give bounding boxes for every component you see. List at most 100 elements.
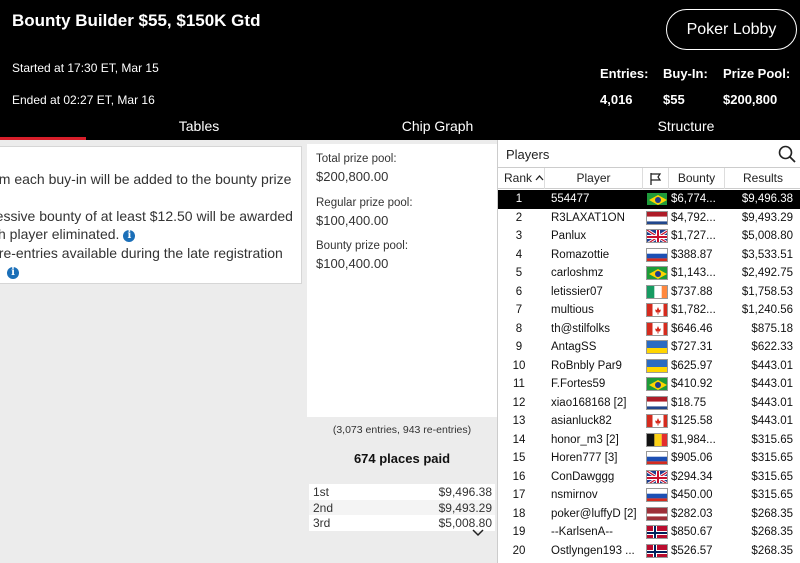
tournament-title: Bounty Builder $55, $150K Gtd xyxy=(12,11,261,30)
tab-tables[interactable]: Tables xyxy=(140,116,258,140)
netherlands-flag-icon xyxy=(646,395,668,410)
player-name: 554477 xyxy=(551,193,590,205)
player-result: $5,008.80 xyxy=(741,230,793,242)
player-row[interactable]: 15 Horen777 [3] $905.06 $315.65 xyxy=(498,449,800,468)
player-bounty: $850.67 xyxy=(671,526,713,538)
player-name: --KarlsenA-- xyxy=(551,526,613,538)
player-result: $875.18 xyxy=(751,322,793,335)
payout-row: 1st $9,496.38 xyxy=(309,484,495,500)
player-rank: 13 xyxy=(512,415,526,427)
player-rank: 8 xyxy=(515,322,523,335)
player-result: $268.35 xyxy=(751,507,793,520)
info-icon[interactable]: i xyxy=(7,267,19,279)
player-name: ConDawggg xyxy=(551,470,615,483)
buy-in-label: Buy-In: xyxy=(663,66,708,81)
player-row[interactable]: 14 honor_m3 [2] $1,984... $315.65 xyxy=(498,431,800,450)
player-row[interactable]: 7 multious $1,782... $1,240.56 xyxy=(498,301,800,320)
bounty-column-header[interactable]: Bounty xyxy=(669,168,725,189)
places-paid: 674 places paid xyxy=(353,451,451,466)
player-bounty: $388.87 xyxy=(671,248,713,261)
player-bounty: $282.03 xyxy=(671,507,713,520)
player-row[interactable]: 3 Panlux $1,727... $5,008.80 xyxy=(498,227,800,246)
buy-in-stat: Buy-In: $55 xyxy=(663,66,708,107)
end-time: Ended at 02:27 ET, Mar 16 xyxy=(12,93,155,107)
ukraine-flag-icon xyxy=(646,340,668,354)
player-result: $315.65 xyxy=(751,489,793,501)
player-rank: 7 xyxy=(515,304,523,316)
uk-flag-icon xyxy=(646,229,668,243)
player-result: $2,492.75 xyxy=(741,267,793,279)
player-row[interactable]: 18 poker@luffyD [2] $282.03 $268.35 xyxy=(498,505,800,524)
player-name: xiao168168 [2] xyxy=(551,396,627,409)
player-row[interactable]: 4 Romazottie $388.87 $3,533.51 xyxy=(498,246,800,265)
player-result: $443.01 xyxy=(751,359,793,372)
norway-flag-icon xyxy=(646,543,668,558)
player-row[interactable]: 16 ConDawggg $294.34 $315.65 xyxy=(498,468,800,487)
results-column-header[interactable]: Results xyxy=(725,168,800,189)
player-row[interactable]: 5 carloshmz $1,143... $2,492.75 xyxy=(498,264,800,283)
canada-flag-icon xyxy=(646,414,668,428)
expand-payouts-chevron-icon[interactable] xyxy=(471,529,485,539)
player-row[interactable]: 8 th@stilfolks $646.46 $875.18 xyxy=(498,320,800,339)
player-result: $315.65 xyxy=(751,470,793,483)
player-row[interactable]: 20 Ostlyngen193 ... $526.57 $268.35 xyxy=(498,542,800,561)
info-line-5: i xyxy=(7,263,19,279)
player-row[interactable]: 11 F.Fortes59 $410.92 $443.01 xyxy=(498,375,800,394)
regular-prize-pool-value: $100,400.00 xyxy=(316,213,389,228)
player-result: $443.01 xyxy=(751,415,793,427)
info-icon[interactable]: i xyxy=(123,230,136,242)
player-row[interactable]: 17 nsmirnov $450.00 $315.65 xyxy=(498,486,800,505)
search-icon[interactable] xyxy=(778,145,796,163)
rank-column-header[interactable]: Rank xyxy=(498,168,545,189)
payout-amount: $9,496.38 xyxy=(438,485,492,499)
canada-flag-icon xyxy=(646,303,668,317)
player-bounty: $18.75 xyxy=(671,396,707,409)
player-result: $315.65 xyxy=(751,452,793,464)
poker-lobby-button[interactable]: Poker Lobby xyxy=(666,9,797,50)
player-row[interactable]: 1 554477 $6,774... $9,496.38 xyxy=(498,190,800,209)
payout-list[interactable]: 1st $9,496.38 2nd $9,493.29 3rd $5,008.8… xyxy=(309,484,495,531)
player-row[interactable]: 19 --KarlsenA-- $850.67 $268.35 xyxy=(498,523,800,542)
belgium-flag-icon xyxy=(646,432,668,447)
player-name: nsmirnov xyxy=(551,489,598,501)
country-column-header[interactable] xyxy=(643,168,669,189)
player-name: Ostlyngen193 ... xyxy=(551,544,635,557)
tab-chip-graph[interactable]: Chip Graph xyxy=(380,116,495,140)
regular-prize-pool-label: Regular prize pool: xyxy=(316,197,413,209)
entries-label: Entries: xyxy=(600,66,649,81)
player-row[interactable]: 13 asianluck82 $125.58 $443.01 xyxy=(498,412,800,431)
info-line-4: t re-entries available during the late r… xyxy=(0,245,283,261)
info-line-1: om each buy-in will be added to the boun… xyxy=(0,171,292,187)
player-row[interactable]: 12 xiao168168 [2] $18.75 $443.01 xyxy=(498,394,800,413)
player-row[interactable]: 6 letissier07 $737.88 $1,758.53 xyxy=(498,283,800,302)
player-rank: 16 xyxy=(512,470,526,483)
player-rank: 10 xyxy=(512,359,526,372)
player-bounty: $125.58 xyxy=(671,415,713,427)
payout-row: 3rd $5,008.80 xyxy=(309,515,495,531)
player-rank: 19 xyxy=(512,526,526,538)
player-result: $9,496.38 xyxy=(741,193,793,205)
tab-structure[interactable]: Structure xyxy=(628,116,744,140)
prize-pool-panel: Total prize pool: $200,800.00 Regular pr… xyxy=(307,140,497,563)
brazil-flag-icon xyxy=(646,377,668,391)
player-bounty: $646.46 xyxy=(671,322,713,335)
sort-ascending-icon xyxy=(535,175,544,181)
netherlands-flag-icon xyxy=(646,210,668,225)
player-result: $622.33 xyxy=(751,341,793,353)
player-result: $443.01 xyxy=(751,396,793,409)
player-row[interactable]: 2 R3LAXAT1ON $4,792... $9,493.29 xyxy=(498,209,800,228)
russia-flag-icon xyxy=(646,488,668,502)
player-bounty: $1,727... xyxy=(671,230,716,242)
player-result: $1,758.53 xyxy=(741,285,793,298)
player-bounty: $526.57 xyxy=(671,544,713,557)
prize-pool-label: Prize Pool: xyxy=(723,66,791,81)
prize-pool-box: Total prize pool: $200,800.00 Regular pr… xyxy=(307,144,497,417)
player-rank: 11 xyxy=(513,378,525,390)
info-line-3: ch player eliminated. i xyxy=(0,226,136,242)
ireland-flag-icon xyxy=(646,284,668,299)
player-rank: 3 xyxy=(515,230,523,242)
player-column-header[interactable]: Player xyxy=(545,168,643,189)
player-row[interactable]: 9 AntagSS $727.31 $622.33 xyxy=(498,338,800,357)
player-row[interactable]: 10 RoBnbly Par9 $625.97 $443.01 xyxy=(498,357,800,376)
players-panel: Players Rank Player Bounty Results 1 5544… xyxy=(497,140,800,563)
